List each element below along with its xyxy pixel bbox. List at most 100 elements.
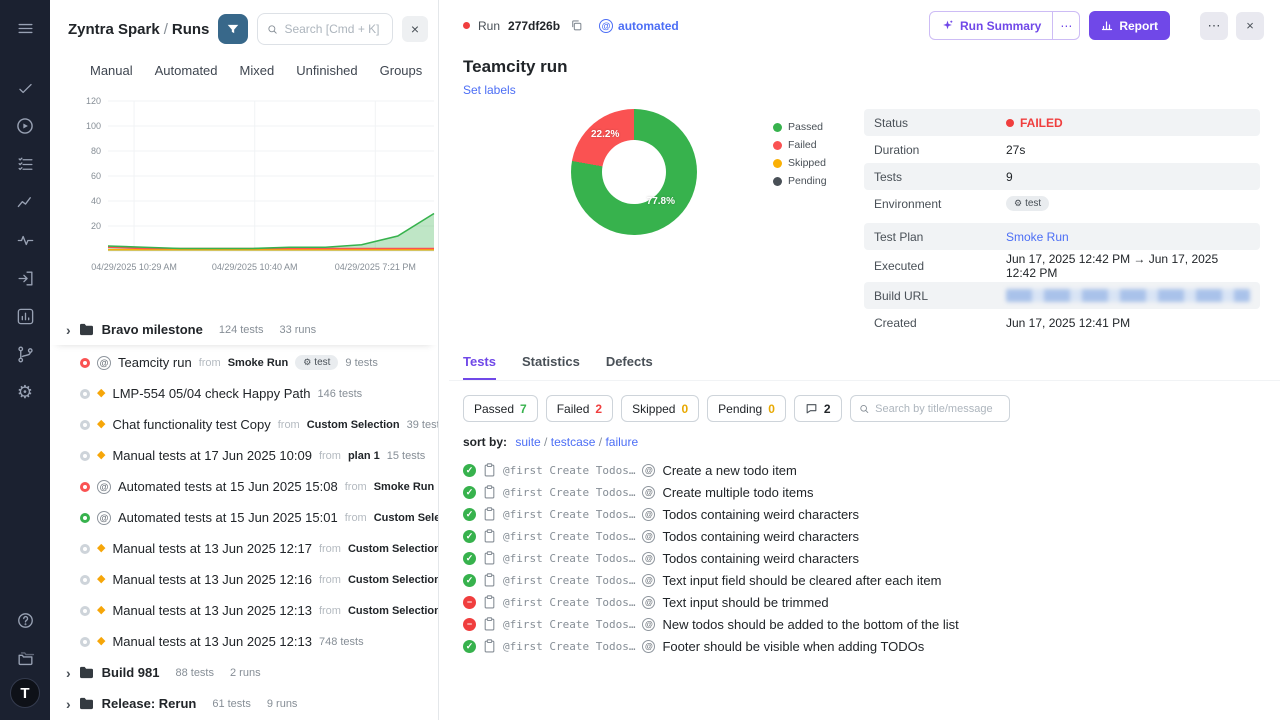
run-filter-tab[interactable]: Groups (380, 63, 423, 78)
runs-panel: Zyntra Spark/Runs × Manual Automated Mixed… (50, 0, 439, 720)
test-row[interactable]: ✓ @first Create Todos… @ Todos containin… (463, 525, 1258, 547)
breadcrumb-project[interactable]: Zyntra Spark (68, 21, 160, 38)
nav-branches-button[interactable] (7, 336, 43, 372)
tests-search[interactable] (849, 395, 1010, 422)
close-run-button[interactable]: × (1236, 11, 1264, 40)
run-summary-more-button[interactable]: ⋯ (1053, 11, 1081, 40)
test-row[interactable]: ✓ @first Create Todos… @ Todos containin… (463, 503, 1258, 525)
play-circle-icon (17, 118, 33, 134)
detail-tab[interactable]: Tests (463, 354, 496, 380)
filter-button[interactable] (218, 14, 249, 44)
chevron-right-icon[interactable]: › (66, 323, 71, 337)
more-actions-button[interactable]: ⋯ (1200, 11, 1228, 40)
set-labels-link[interactable]: Set labels (463, 83, 1258, 97)
run-list-item[interactable]: ◆ Manual tests at 13 Jun 2025 12:13 748 … (50, 626, 438, 657)
runs-chart-svg: 20 40 60 80 100 120 04/29/2025 10:29 AM 04/29/2… (86, 96, 435, 272)
nav-reports-button[interactable] (7, 298, 43, 334)
test-row[interactable]: ✓ @first Create Todos… @ Todos containin… (463, 547, 1258, 569)
run-label: Run (478, 18, 501, 33)
test-title: Todos containing weird characters (662, 506, 860, 522)
comments-chip[interactable]: 2 (793, 395, 842, 422)
panel-header: Zyntra Spark/Runs × (50, 0, 438, 54)
test-row[interactable]: − @first Create Todos… @ Text input shou… (463, 591, 1258, 613)
detail-tab[interactable]: Statistics (522, 354, 580, 380)
test-title: Text input field should be cleared after… (662, 572, 942, 588)
run-list-item[interactable]: ◆ Manual tests at 13 Jun 2025 12:17 from… (50, 533, 438, 564)
result-filter-chip[interactable]: Failed 2 (545, 395, 614, 422)
result-filter-chip[interactable]: Passed 7 (463, 395, 538, 422)
nav-analytics-button[interactable] (7, 184, 43, 220)
group-runs-count: 9 runs (266, 697, 298, 710)
environment-badge: ⚙ test (1006, 196, 1050, 211)
chip-label: Pending (718, 401, 763, 416)
test-row[interactable]: ✓ @first Create Todos… @ Create a new to… (463, 459, 1258, 481)
copy-run-id-button[interactable] (568, 17, 585, 34)
nav-import-button[interactable] (7, 260, 43, 296)
run-list-item[interactable]: @ Automated tests at 15 Jun 2025 15:01 f… (50, 502, 438, 533)
run-list-item[interactable]: ◆ Manual tests at 17 Jun 2025 10:09 from… (50, 440, 438, 471)
nav-tests-button[interactable] (7, 70, 43, 106)
run-type-icon: ◆ (97, 604, 106, 616)
run-list-item[interactable]: ◆ Chat functionality test Copy from Cust… (50, 409, 438, 440)
group-runs-count: 2 runs (230, 666, 261, 679)
sort-option-failure[interactable]: failure (605, 435, 638, 449)
run-list-item[interactable]: @ Teamcity run from Smoke Run ⚙ test 9 te… (50, 347, 438, 378)
run-list-item[interactable]: ◆ LMP-554 05/04 check Happy Path 146 tes… (50, 378, 438, 409)
test-suite: @first Create Todos… (503, 463, 636, 477)
nav-runs-button[interactable] (7, 108, 43, 144)
panel-search-input[interactable] (284, 22, 383, 36)
panel-close-button[interactable]: × (402, 16, 428, 42)
run-detail-header: Run 277df26b @ automated Run Summary ⋯ R… (449, 0, 1280, 49)
breadcrumb: Zyntra Spark / Runs (68, 21, 209, 38)
run-list-item[interactable]: ◆ Manual tests at 13 Jun 2025 12:16 from… (50, 564, 438, 595)
automated-badge[interactable]: @ automated (599, 18, 679, 33)
panel-search[interactable] (257, 13, 393, 45)
gear-icon: ⚙ (303, 357, 312, 367)
chevron-right-icon[interactable]: › (66, 697, 71, 711)
detail-value[interactable]: Smoke Run (1006, 230, 1069, 244)
sort-option-suite[interactable]: suite (515, 435, 540, 449)
nav-help-button[interactable] (7, 602, 43, 638)
detail-value: Jun 17, 2025 12:42 PM → Jun 17, 2025 12:… (1006, 252, 1219, 280)
test-row[interactable]: ✓ @first Create Todos… @ Text input fiel… (463, 569, 1258, 591)
run-filter-tab[interactable]: Mixed (240, 63, 275, 78)
test-suite: @first Create Todos… (503, 529, 636, 543)
group-row[interactable]: › Release: Rerun 61 tests 9 runs (50, 688, 438, 719)
run-filter-tab[interactable]: Manual (90, 63, 133, 78)
group-row[interactable]: › Build 981 88 tests 2 runs (50, 657, 438, 688)
run-filter-tab[interactable]: Automated (155, 63, 218, 78)
nav-activity-button[interactable] (7, 222, 43, 258)
chevron-right-icon[interactable]: › (66, 666, 71, 680)
result-filter-chip[interactable]: Skipped 0 (621, 395, 700, 422)
test-row[interactable]: − @first Create Todos… @ New todos shoul… (463, 613, 1258, 635)
run-summary-button[interactable]: Run Summary (928, 11, 1054, 40)
report-button[interactable]: Report (1089, 11, 1170, 40)
nav-menu-button[interactable] (7, 10, 43, 46)
result-filter-chip[interactable]: Pending 0 (707, 395, 786, 422)
milestone-row[interactable]: › Bravo milestone 124 tests 33 runs (50, 314, 438, 345)
nav-settings-button[interactable]: ⚙ (7, 374, 43, 410)
redacted-build-url[interactable] (1006, 289, 1250, 302)
menu-icon (17, 23, 33, 33)
detail-label: Test Plan (874, 229, 924, 244)
test-row[interactable]: ✓ @first Create Todos… @ Create multiple… (463, 481, 1258, 503)
detail-tab[interactable]: Defects (606, 354, 653, 380)
run-list-item[interactable]: ◆ Manual tests at 13 Jun 2025 12:13 from… (50, 595, 438, 626)
app-logo[interactable]: T (10, 678, 40, 708)
run-status-dot (80, 357, 90, 368)
tests-search-input[interactable] (875, 402, 1001, 415)
gear-icon: ⚙ (16, 382, 34, 402)
detail-label: Created (874, 315, 917, 330)
sort-option-testcase[interactable]: testcase (551, 435, 596, 449)
clipboard-icon (484, 485, 495, 499)
detail-row: Tests 9 (864, 163, 1260, 190)
nav-plans-button[interactable] (7, 146, 43, 182)
run-filter-tab[interactable]: Unfinished (296, 63, 357, 78)
run-test-count: 39 tests (406, 418, 438, 431)
run-source: plan 1 (347, 449, 380, 462)
sort-options: suite / testcase / failure (515, 435, 638, 449)
detail-tabs: Tests Statistics Defects (449, 340, 1280, 381)
run-list-item[interactable]: @ Automated tests at 15 Jun 2025 15:08 f… (50, 471, 438, 502)
test-row[interactable]: ✓ @first Create Todos… @ Footer should b… (463, 635, 1258, 657)
nav-projects-button[interactable] (7, 640, 43, 676)
